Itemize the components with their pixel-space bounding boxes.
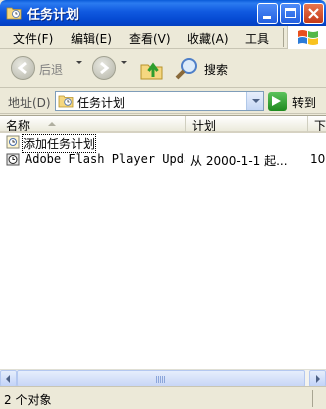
scroll-right-button[interactable] (309, 370, 326, 387)
address-input[interactable]: 任务计划 (55, 91, 264, 111)
scheduled-tasks-folder-icon (58, 95, 74, 108)
scheduled-task-clock-icon (6, 153, 20, 166)
minimize-icon (263, 16, 271, 19)
list-item-next-run: 10: (310, 152, 326, 166)
back-dropdown-arrow-icon[interactable] (76, 61, 82, 64)
menu-tools[interactable]: 工具 (245, 30, 269, 47)
go-button[interactable]: 转到 (268, 92, 326, 111)
address-label: 地址(D) (8, 96, 51, 110)
column-name-label: 名称 (6, 119, 31, 133)
menu-view[interactable]: 查看(V) (129, 30, 171, 47)
windows-logo (287, 26, 326, 49)
grip-icon (156, 376, 166, 383)
column-header-name[interactable]: 名称 (0, 116, 186, 133)
column-header-schedule[interactable]: 计划 (186, 116, 308, 133)
address-value: 任务计划 (77, 96, 126, 110)
scrollbar-thumb[interactable] (17, 370, 305, 387)
status-object-count: 2 个对象 (4, 393, 52, 407)
menu-separator (283, 28, 284, 47)
go-arrow-icon (268, 92, 287, 111)
maximize-button[interactable] (280, 3, 301, 24)
back-button[interactable]: 后退 (11, 56, 71, 82)
search-label: 搜索 (204, 63, 229, 77)
task-list[interactable]: 名称 计划 下 添加任务计划 Adobe Flash Player Upd 从 … (0, 115, 326, 369)
column-schedule-label: 计划 (192, 119, 217, 133)
scheduled-tasks-folder-icon (6, 7, 22, 20)
list-item-name: 添加任务计划 (21, 134, 97, 153)
column-header-next-run[interactable]: 下 (308, 116, 326, 133)
go-label: 转到 (292, 96, 317, 110)
address-dropdown-button[interactable] (246, 92, 263, 110)
search-magnifier-icon (175, 58, 197, 80)
up-folder-icon (140, 62, 163, 80)
list-item-schedule: 从 2000-1-1 起... (190, 154, 288, 168)
standard-toolbar: 后退 搜索 (0, 50, 326, 88)
maximize-icon (285, 8, 296, 18)
forward-arrow-icon (92, 56, 116, 80)
window-title: 任务计划 (27, 8, 80, 23)
column-next-run-label: 下 (314, 119, 326, 133)
back-arrow-icon (11, 56, 35, 80)
menu-favorites[interactable]: 收藏(A) (187, 30, 229, 47)
list-item-flash-updater[interactable]: Adobe Flash Player Updater 从 2000-1-1 起.… (0, 151, 326, 168)
menu-bar: 文件(F) 编辑(E) 查看(V) 收藏(A) 工具 (0, 26, 326, 49)
title-bar[interactable]: 任务计划 (0, 0, 326, 26)
add-task-icon (6, 135, 20, 149)
menu-edit[interactable]: 编辑(E) (71, 30, 112, 47)
explorer-window: 任务计划 文件(F) 编辑(E) 查看(V) 收藏(A) 工具 后退 搜索 地址… (0, 0, 326, 409)
forward-dropdown-arrow-icon[interactable] (121, 61, 127, 64)
back-label: 后退 (39, 63, 64, 77)
close-button[interactable] (303, 3, 324, 24)
minimize-button[interactable] (257, 3, 278, 24)
close-icon (308, 8, 319, 19)
address-bar: 地址(D) 任务计划 转到 (0, 89, 326, 114)
menu-file[interactable]: 文件(F) (13, 30, 53, 47)
windows-flag-icon (298, 30, 318, 45)
horizontal-scrollbar[interactable] (0, 369, 326, 387)
list-item-add-task[interactable]: 添加任务计划 (0, 134, 326, 153)
scroll-left-button[interactable] (0, 370, 17, 387)
list-item-name: Adobe Flash Player Updater (25, 152, 185, 166)
sort-ascending-icon (48, 122, 56, 126)
status-divider (312, 390, 313, 407)
up-folder-button[interactable] (139, 56, 165, 82)
forward-button[interactable] (92, 56, 116, 82)
status-bar: 2 个对象 (0, 386, 326, 409)
